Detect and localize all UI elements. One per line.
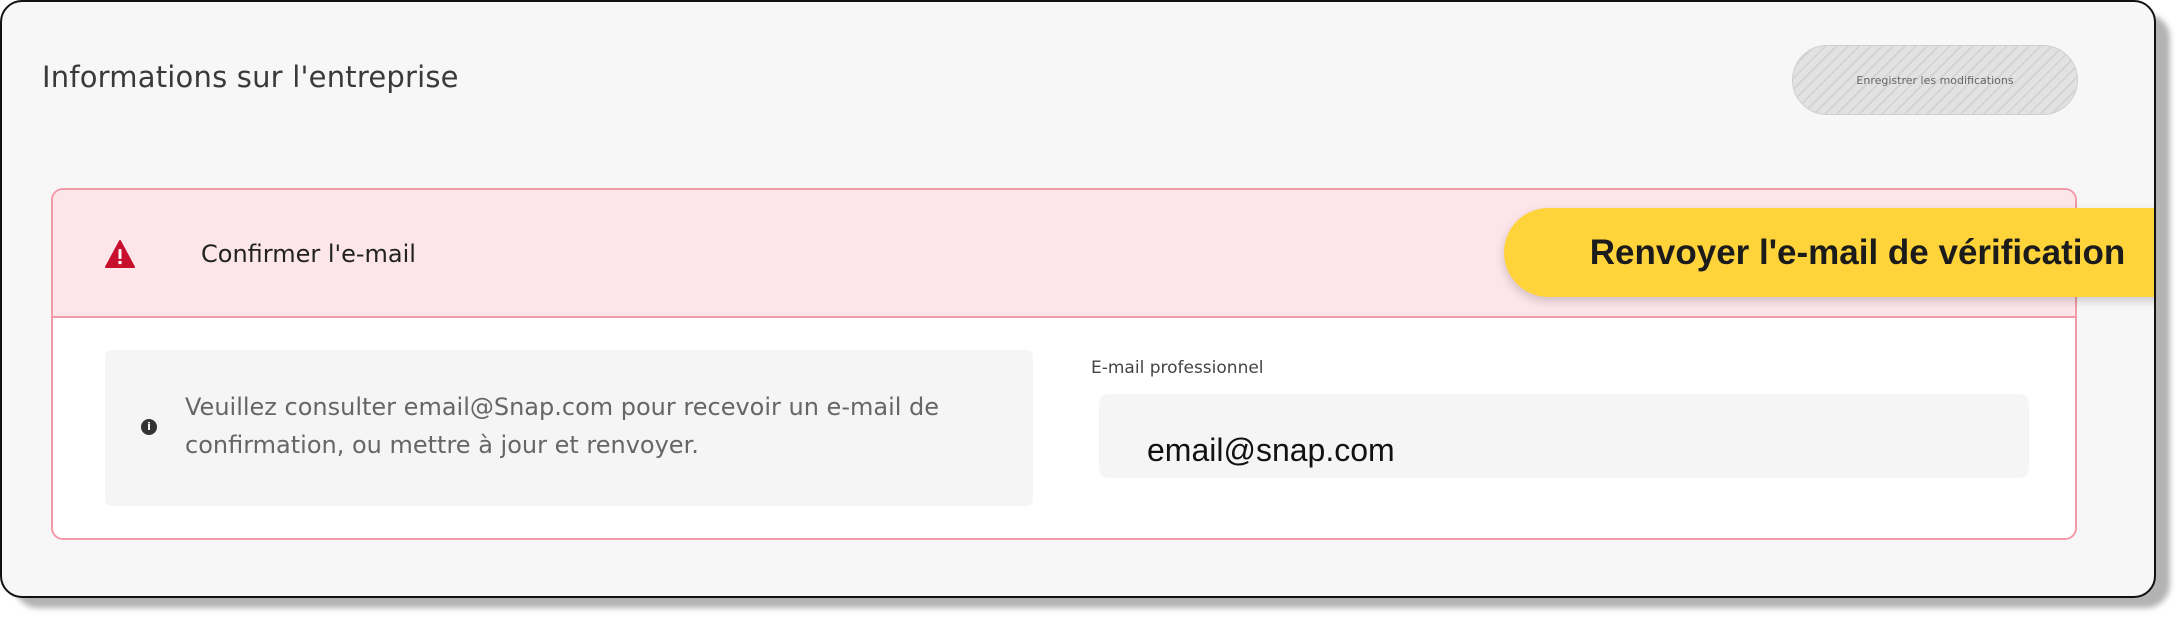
business-email-field[interactable]: email@snap.com xyxy=(1099,394,2029,478)
resend-verification-button[interactable]: Renvoyer l'e-mail de vérification xyxy=(1504,208,2154,297)
warning-triangle-icon xyxy=(105,240,135,268)
info-message-text: Veuillez consulter email@Snap.com pour r… xyxy=(185,393,940,459)
email-verification-card: Confirmer l'e-mail Renvoyer l'e-mail de … xyxy=(51,188,2154,540)
email-field-value: email@snap.com xyxy=(1147,432,1395,468)
page-title: Informations sur l'entreprise xyxy=(42,60,459,94)
settings-panel: Informations sur l'entreprise Enregistre… xyxy=(0,0,2156,598)
email-field-label: E-mail professionnel xyxy=(1091,358,1264,378)
banner-title: Confirmer l'e-mail xyxy=(201,240,416,268)
save-changes-button[interactable]: Enregistrer les modifications xyxy=(1792,45,2078,115)
info-message-box: i Veuillez consulter email@Snap.com pour… xyxy=(105,350,1033,506)
info-circle-icon: i xyxy=(141,419,157,435)
